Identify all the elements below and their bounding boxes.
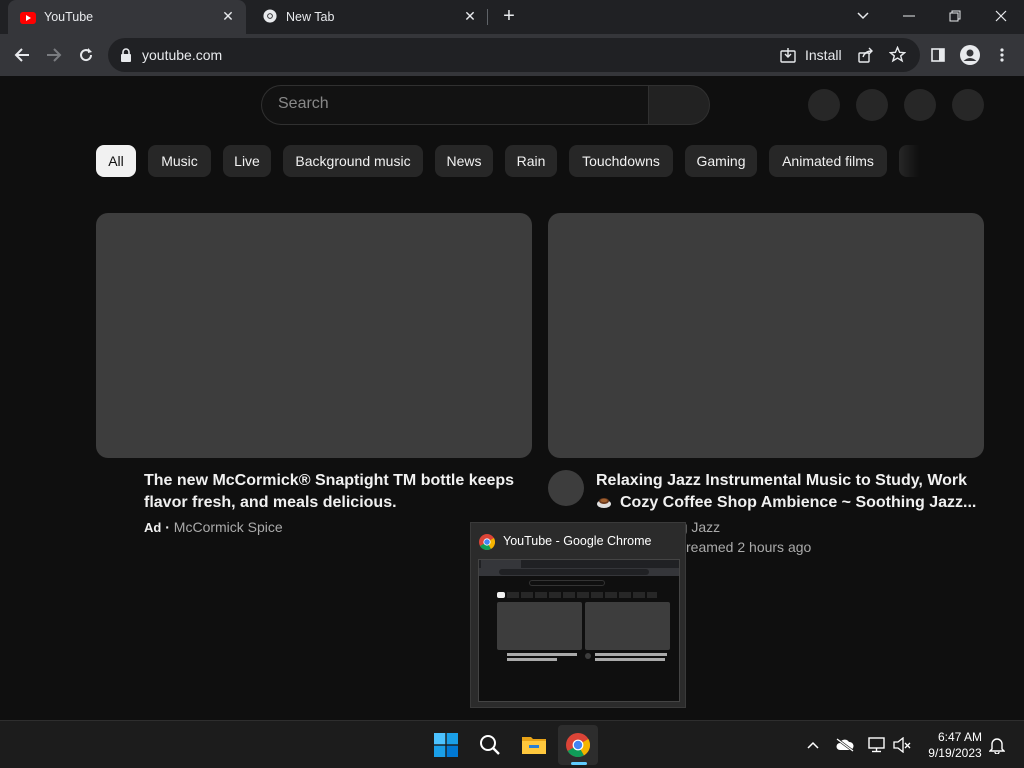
- taskbar-clock-time[interactable]: 6:47 AM: [930, 730, 990, 744]
- reload-icon[interactable]: [74, 43, 98, 67]
- youtube-favicon-icon: [20, 12, 36, 24]
- chip-all[interactable]: All: [96, 145, 136, 177]
- video-stats: reamed 2 hours ago: [686, 539, 812, 555]
- video-thumbnail[interactable]: [548, 213, 984, 458]
- chrome-taskbar-button[interactable]: [558, 725, 598, 765]
- profile-avatar-icon[interactable]: [958, 43, 982, 67]
- onedrive-offline-icon[interactable]: [833, 733, 857, 757]
- side-panel-icon[interactable]: [926, 43, 950, 67]
- chip-background-music[interactable]: Background music: [283, 145, 423, 177]
- header-placeholder-circle[interactable]: [856, 89, 888, 121]
- close-tab-icon[interactable]: ✕: [220, 8, 236, 24]
- chrome-icon: [566, 733, 590, 757]
- url-text: youtube.com: [142, 47, 223, 63]
- chip-news[interactable]: News: [435, 145, 493, 177]
- channel-name[interactable]: McCormick Spice: [174, 519, 283, 535]
- video-thumbnail[interactable]: [96, 213, 532, 458]
- notification-bell-icon[interactable]: [985, 733, 1009, 757]
- video-meta: Ad · McCormick Spice: [144, 519, 283, 535]
- chip-rain[interactable]: Rain: [505, 145, 557, 177]
- folder-icon: [522, 737, 546, 754]
- search-icon: [480, 735, 500, 755]
- lock-icon[interactable]: [120, 48, 132, 62]
- tab-search-chevron-icon[interactable]: [849, 4, 877, 28]
- chrome-icon: [479, 534, 495, 550]
- taskbar-clock-date[interactable]: 9/19/2023: [920, 746, 990, 760]
- channel-avatar[interactable]: [548, 470, 584, 506]
- file-explorer-button[interactable]: [514, 725, 554, 765]
- video-title-line: Cozy Coffee Shop Ambience ~ Soothing Jaz…: [620, 494, 977, 511]
- install-button[interactable]: Install: [805, 47, 842, 63]
- active-app-indicator: [571, 762, 587, 765]
- start-button[interactable]: [426, 725, 466, 765]
- kebab-menu-icon[interactable]: [990, 43, 1014, 67]
- search-button[interactable]: [648, 85, 710, 125]
- search-taskbar-button[interactable]: [470, 725, 510, 765]
- header-placeholder-circle[interactable]: [904, 89, 936, 121]
- install-app-icon[interactable]: [780, 47, 796, 63]
- tab-title: YouTube: [44, 10, 94, 24]
- taskbar-window-preview[interactable]: YouTube - Google Chrome: [470, 522, 686, 708]
- chip-overflow-fade: [899, 145, 919, 177]
- search-box[interactable]: [261, 85, 649, 125]
- minimize-icon[interactable]: [895, 4, 923, 28]
- browser-toolbar: youtube.com Install: [0, 34, 1024, 76]
- coffee-cup-icon: [597, 498, 611, 508]
- tab-title: New Tab: [286, 10, 335, 24]
- chip-gaming[interactable]: Gaming: [685, 145, 757, 177]
- chip-live[interactable]: Live: [223, 145, 271, 177]
- meta-separator: ·: [165, 519, 170, 535]
- address-bar[interactable]: youtube.com Install: [108, 38, 920, 72]
- tray-chevron-up-icon[interactable]: [801, 733, 825, 757]
- video-title-line: Relaxing Jazz Instrumental Music to Stud…: [596, 472, 968, 489]
- header-placeholder-circle[interactable]: [808, 89, 840, 121]
- preview-thumbnail[interactable]: [478, 559, 680, 702]
- chrome-favicon-icon: [263, 9, 277, 23]
- share-icon[interactable]: [858, 47, 874, 63]
- tab-separator: [487, 9, 488, 25]
- close-tab-icon[interactable]: ✕: [462, 8, 478, 24]
- chip-touchdowns[interactable]: Touchdowns: [569, 145, 673, 177]
- header-placeholder-circle[interactable]: [952, 89, 984, 121]
- video-title-line2: Cozy Coffee Shop Ambience ~ Soothing Jaz…: [596, 492, 976, 514]
- video-title[interactable]: Relaxing Jazz Instrumental Music to Stud…: [596, 470, 976, 514]
- chip-animated-films[interactable]: Animated films: [769, 145, 887, 177]
- tab-youtube[interactable]: YouTube ✕: [8, 0, 246, 34]
- search-input[interactable]: [278, 95, 638, 113]
- tab-new-tab[interactable]: New Tab ✕: [250, 0, 488, 34]
- windows-taskbar: 6:47 AM 9/19/2023: [0, 720, 1024, 768]
- forward-arrow-icon[interactable]: [42, 43, 66, 67]
- windows-logo-icon: [434, 733, 458, 757]
- restore-icon[interactable]: [941, 4, 969, 28]
- new-tab-plus-icon[interactable]: +: [498, 6, 520, 28]
- ad-badge: Ad: [144, 520, 162, 535]
- chip-music[interactable]: Music: [148, 145, 211, 177]
- network-icon[interactable]: [865, 733, 889, 757]
- back-arrow-icon[interactable]: [10, 43, 34, 67]
- preview-window-title: YouTube - Google Chrome: [503, 534, 652, 548]
- video-title[interactable]: The new McCormick® Snaptight TM bottle k…: [144, 470, 524, 514]
- browser-tab-strip: YouTube ✕ New Tab ✕ +: [0, 0, 1024, 34]
- volume-muted-icon[interactable]: [890, 733, 914, 757]
- bookmark-star-icon[interactable]: [889, 46, 906, 63]
- close-window-icon[interactable]: [987, 4, 1015, 28]
